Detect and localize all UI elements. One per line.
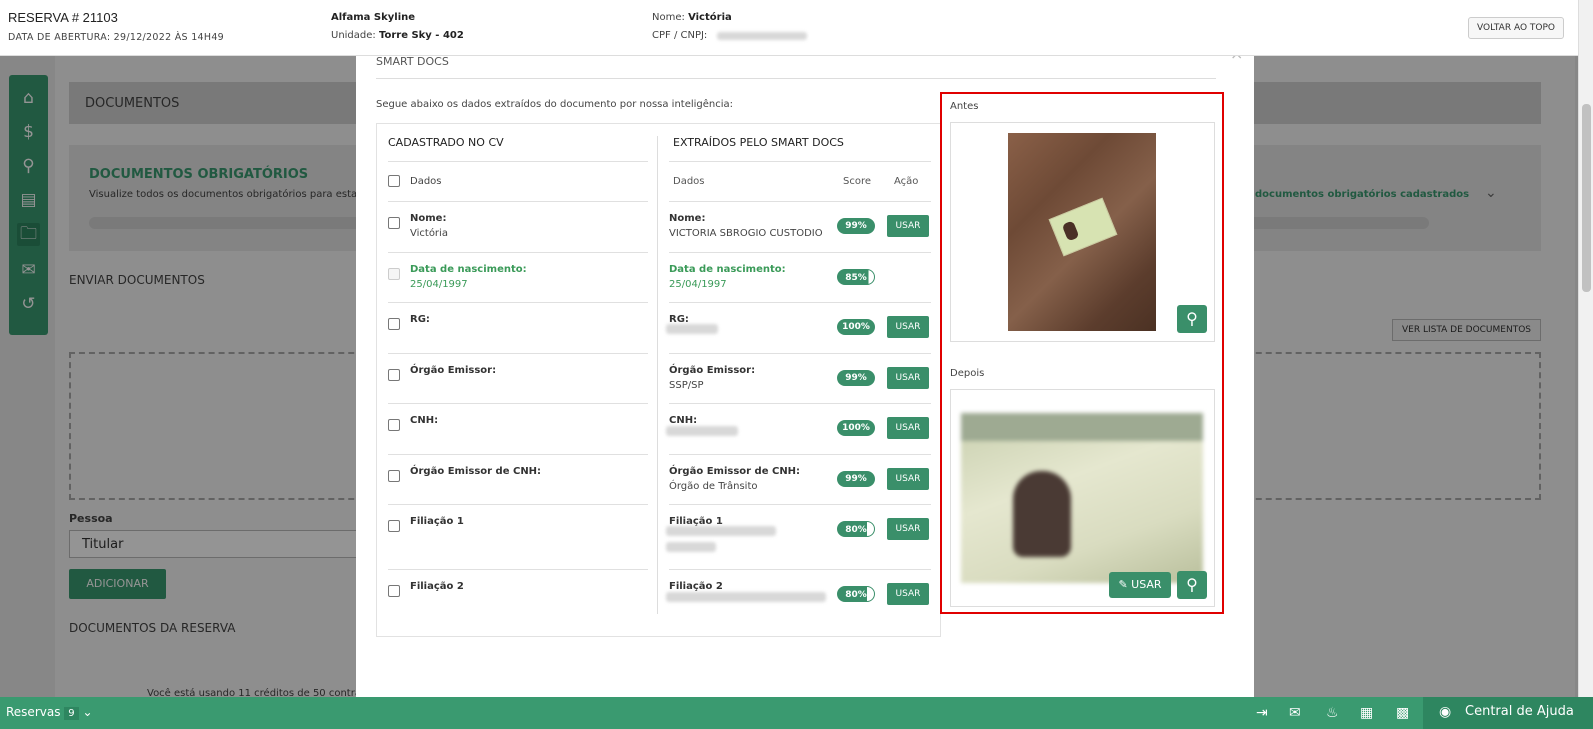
table-row: Órgão Emissor de CNH: Órgão Emissor de C… bbox=[377, 454, 942, 504]
cv-field-label: Data de nascimento: bbox=[410, 264, 527, 275]
use-edited-image-button[interactable]: ✎ USAR bbox=[1109, 572, 1171, 598]
score-badge: 80% bbox=[837, 586, 875, 602]
mail-star-icon[interactable]: ✉ bbox=[1289, 705, 1301, 721]
row-checkbox[interactable] bbox=[388, 470, 400, 482]
cv-field-label: RG: bbox=[410, 314, 430, 325]
after-image-box: ✎ USAR ⚲ bbox=[950, 389, 1215, 607]
score-heading: Score bbox=[843, 176, 872, 187]
unit-info: Unidade: Torre Sky - 402 bbox=[331, 30, 464, 41]
development-name: Alfama Skyline bbox=[331, 12, 416, 23]
cv-field-label: Filiação 2 bbox=[410, 581, 464, 592]
blurred-value bbox=[666, 592, 826, 602]
table-row: Órgão Emissor: Órgão Emissor: SSP/SP 99%… bbox=[377, 353, 942, 403]
cpf-blurred bbox=[717, 32, 807, 40]
table-row: Filiação 2 Filiação 2 80% USAR bbox=[377, 569, 942, 634]
zoom-after-icon[interactable]: ⚲ bbox=[1177, 571, 1207, 599]
ext-field-value: Órgão de Trânsito bbox=[669, 481, 758, 492]
cv-dados-heading: Dados bbox=[410, 176, 442, 187]
zoom-before-icon[interactable]: ⚲ bbox=[1177, 305, 1207, 333]
blurred-value bbox=[666, 426, 738, 436]
blurred-value bbox=[666, 324, 718, 334]
select-all-checkbox[interactable] bbox=[388, 175, 400, 187]
before-image-box: ⚲ bbox=[950, 122, 1215, 342]
score-badge: 100% bbox=[837, 319, 875, 335]
blurred-value bbox=[666, 526, 776, 536]
ext-field-label: Filiação 2 bbox=[669, 581, 723, 592]
cv-field-value: Victória bbox=[410, 228, 448, 239]
use-value-button[interactable]: USAR bbox=[887, 367, 929, 389]
comparison-table: CADASTRADO NO CV EXTRAÍDOS PELO SMART DO… bbox=[376, 123, 941, 637]
cv-field-label: Filiação 1 bbox=[410, 516, 464, 527]
table-row: RG: RG: 100% USAR bbox=[377, 302, 942, 353]
score-badge: 100% bbox=[837, 420, 875, 436]
score-badge: 99% bbox=[837, 218, 875, 234]
row-checkbox[interactable] bbox=[388, 318, 400, 330]
modal-title: SMART DOCS bbox=[376, 55, 449, 68]
image-comparison-panel: Antes ⚲ Depois ✎ USAR ⚲ bbox=[940, 92, 1224, 614]
table-row: Nome: Victória Nome: VICTORIA SBROGIO CU… bbox=[377, 201, 942, 252]
reservation-header: RESERVA # 21103 DATA DE ABERTURA: 29/12/… bbox=[0, 0, 1578, 56]
blurred-value bbox=[666, 542, 716, 552]
cv-field-value: 25/04/1997 bbox=[410, 279, 468, 290]
opening-date: DATA DE ABERTURA: 29/12/2022 ÀS 14H49 bbox=[8, 32, 225, 43]
client-cpf: CPF / CNPJ: bbox=[652, 30, 708, 41]
ext-field-value: SSP/SP bbox=[669, 380, 704, 391]
cv-field-label: Órgão Emissor de CNH: bbox=[410, 466, 542, 477]
ext-field-label: CNH: bbox=[669, 415, 698, 426]
score-badge: 80% bbox=[837, 521, 875, 537]
row-checkbox[interactable] bbox=[388, 585, 400, 597]
modal-divider bbox=[376, 78, 1216, 79]
table-row: CNH: CNH: 100% USAR bbox=[377, 403, 942, 454]
help-center-label: Central de Ajuda bbox=[1465, 704, 1574, 719]
smartdocs-column-heading: EXTRAÍDOS PELO SMART DOCS bbox=[673, 136, 844, 149]
calculator-icon[interactable]: ▩ bbox=[1396, 705, 1409, 721]
table-row: Data de nascimento: 25/04/1997 Data de n… bbox=[377, 252, 942, 302]
ext-field-value: VICTORIA SBROGIO CUSTODIO bbox=[669, 228, 823, 239]
cv-field-label: Órgão Emissor: bbox=[410, 365, 497, 376]
after-label: Depois bbox=[950, 368, 985, 379]
ext-field-label: Órgão Emissor de CNH: bbox=[669, 466, 801, 477]
use-value-button[interactable]: USAR bbox=[887, 215, 929, 237]
help-center-button[interactable]: ◉ Central de Ajuda bbox=[1423, 697, 1593, 729]
chat-bubble-icon: ◉ bbox=[1439, 704, 1452, 720]
ext-field-label: Data de nascimento: bbox=[669, 264, 786, 275]
smart-docs-modal: SMART DOCS × Segue abaixo os dados extra… bbox=[356, 50, 1254, 697]
use-value-button[interactable]: USAR bbox=[887, 583, 929, 605]
action-heading: Ação bbox=[894, 176, 919, 187]
score-badge: 99% bbox=[837, 370, 875, 386]
edit-icon: ✎ bbox=[1118, 578, 1128, 591]
row-checkbox[interactable] bbox=[388, 217, 400, 229]
score-badge: 85% bbox=[837, 269, 875, 285]
ext-dados-heading: Dados bbox=[673, 176, 705, 187]
reservas-menu[interactable]: Reservas 9 ⌄ bbox=[6, 705, 93, 720]
use-value-button[interactable]: USAR bbox=[887, 518, 929, 540]
ext-field-value: 25/04/1997 bbox=[669, 279, 727, 290]
bottom-bar: Reservas 9 ⌄ ⇥ ✉ ♨ ▦ ▩ ◉ Central de Ajud… bbox=[0, 697, 1593, 729]
calendar-icon[interactable]: ▦ bbox=[1360, 705, 1373, 721]
modal-intro: Segue abaixo os dados extraídos do docum… bbox=[376, 99, 734, 110]
row-checkbox[interactable] bbox=[388, 520, 400, 532]
cv-column-heading: CADASTRADO NO CV bbox=[388, 136, 504, 149]
cv-field-label: CNH: bbox=[410, 415, 439, 426]
after-photo bbox=[961, 413, 1203, 583]
use-value-button[interactable]: USAR bbox=[887, 468, 929, 490]
use-value-button[interactable]: USAR bbox=[887, 417, 929, 439]
ext-field-label: Órgão Emissor: bbox=[669, 365, 756, 376]
page-scrollbar[interactable] bbox=[1578, 0, 1593, 697]
use-value-button[interactable]: USAR bbox=[887, 316, 929, 338]
back-to-top-button[interactable]: VOLTAR AO TOPO bbox=[1468, 17, 1564, 39]
exit-icon[interactable]: ⇥ bbox=[1256, 705, 1268, 721]
row-checkbox[interactable] bbox=[388, 419, 400, 431]
row-checkbox[interactable] bbox=[388, 268, 400, 280]
cv-field-label: Nome: bbox=[410, 213, 447, 224]
before-photo bbox=[1008, 133, 1156, 331]
bell-icon[interactable]: ♨ bbox=[1326, 705, 1339, 721]
score-badge: 99% bbox=[837, 471, 875, 487]
client-name: Nome: Victória bbox=[652, 12, 732, 23]
reservation-number: RESERVA # 21103 bbox=[8, 10, 118, 25]
table-row: Filiação 1 Filiação 1 80% USAR bbox=[377, 504, 942, 569]
before-label: Antes bbox=[950, 101, 979, 112]
row-checkbox[interactable] bbox=[388, 369, 400, 381]
ext-field-label: Nome: bbox=[669, 213, 706, 224]
